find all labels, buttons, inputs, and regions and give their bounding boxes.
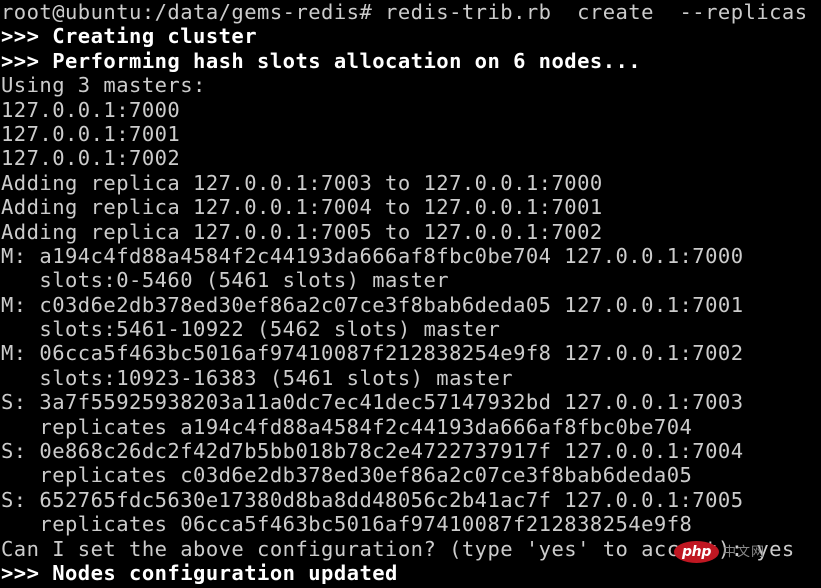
terminal-line: Adding replica 127.0.0.1:7004 to 127.0.0…: [1, 195, 603, 220]
terminal-line: Adding replica 127.0.0.1:7005 to 127.0.0…: [1, 219, 603, 244]
terminal-line: S: 3a7f55925938203a11a0dc7ec41dec5714793…: [1, 390, 744, 415]
terminal-line: M: a194c4fd88a4584f2c44193da666af8fbc0be…: [1, 243, 744, 268]
terminal-line: >>> Creating cluster: [1, 24, 258, 49]
terminal-line: 127.0.0.1:7001: [1, 121, 181, 146]
terminal-line: replicates a194c4fd88a4584f2c44193da666a…: [1, 414, 693, 439]
terminal-line: 127.0.0.1:7002: [1, 146, 181, 171]
terminal-line: slots:5461-10922 (5462 slots) master: [1, 317, 501, 342]
terminal-line: 127.0.0.1:7000: [1, 97, 181, 122]
terminal-window[interactable]: groot@ubuntu:/data/gems-redis# redis-tri…: [0, 0, 821, 588]
terminal-line: Can I set the above configuration? (type…: [1, 536, 795, 561]
terminal-line: replicates c03d6e2db378ed30ef86a2c07ce3f…: [1, 463, 693, 488]
terminal-line: slots:10923-16383 (5461 slots) master: [1, 365, 514, 390]
terminal-line: M: c03d6e2db378ed30ef86a2c07ce3f8bab6ded…: [1, 292, 744, 317]
terminal-line: replicates 06cca5f463bc5016af97410087f21…: [1, 512, 693, 537]
terminal-line: M: 06cca5f463bc5016af97410087f212838254e…: [1, 341, 744, 366]
terminal-line: slots:0-5460 (5461 slots) master: [1, 268, 450, 293]
terminal-line: S: 652765fdc5630e17380d8ba8dd48056c2b41a…: [1, 487, 744, 512]
terminal-line: Using 3 masters:: [1, 73, 206, 98]
terminal-output: groot@ubuntu:/data/gems-redis# redis-tri…: [0, 0, 821, 585]
terminal-line: S: 0e868c26dc2f42d7b5bb018b78c2e47227379…: [1, 439, 744, 464]
terminal-line: >>> Performing hash slots allocation on …: [1, 48, 642, 73]
terminal-line: Adding replica 127.0.0.1:7003 to 127.0.0…: [1, 170, 603, 195]
terminal-line: root@ubuntu:/data/gems-redis# redis-trib…: [1, 0, 808, 24]
terminal-line: >>> Nodes configuration updated: [1, 560, 398, 585]
